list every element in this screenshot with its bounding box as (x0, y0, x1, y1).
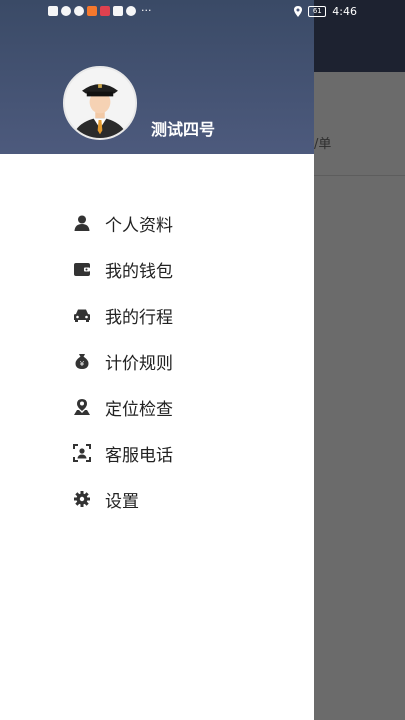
menu-item-label: 设置 (105, 491, 139, 512)
svg-text:¥: ¥ (80, 360, 85, 368)
background-order-unit-text: /单 (314, 137, 332, 152)
navigation-drawer: 测试四号 个人资料 我的钱包 我的行程 ¥ 计价规则 定位检查 客服电话 设置 (0, 0, 314, 720)
status-icons-right: 61 4:46 (294, 5, 357, 18)
person-icon (73, 214, 91, 232)
wifi-icon (61, 6, 71, 16)
battery-icon: 61 (308, 6, 327, 17)
car-icon (73, 306, 91, 324)
menu-item-pricing[interactable]: ¥ 计价规则 (0, 338, 314, 384)
menu-item-label: 计价规则 (105, 353, 173, 374)
app-icon (100, 6, 110, 16)
menu-item-settings[interactable]: 设置 (0, 476, 314, 522)
menu-item-wallet[interactable]: 我的钱包 (0, 246, 314, 292)
more-dots-icon: ··· (141, 4, 152, 17)
menu-item-customer-service[interactable]: 客服电话 (0, 430, 314, 476)
clock-time: 4:46 (332, 5, 357, 18)
background-divider (314, 175, 405, 176)
username: 测试四号 (151, 120, 216, 139)
menu-item-label: 客服电话 (105, 445, 173, 466)
status-bar: ··· 61 4:46 (0, 0, 405, 26)
location-person-icon (73, 398, 91, 416)
money-bag-icon: ¥ (73, 352, 91, 370)
drawer-menu: 个人资料 我的钱包 我的行程 ¥ 计价规则 定位检查 客服电话 设置 (0, 200, 314, 522)
menu-item-location-check[interactable]: 定位检查 (0, 384, 314, 430)
wallet-icon (73, 260, 91, 278)
avatar[interactable] (63, 66, 137, 140)
menu-item-label: 我的钱包 (105, 261, 173, 282)
menu-item-profile[interactable]: 个人资料 (0, 200, 314, 246)
chat-icon (126, 6, 136, 16)
menu-item-label: 个人资料 (105, 215, 173, 236)
location-icon (294, 6, 303, 17)
gear-icon (73, 490, 91, 508)
app-icon (113, 6, 123, 16)
menu-item-label: 我的行程 (105, 307, 173, 328)
menu-item-label: 定位检查 (105, 399, 173, 420)
menu-item-trips[interactable]: 我的行程 (0, 292, 314, 338)
notification-icon (48, 6, 58, 16)
customer-service-icon (73, 444, 91, 462)
app-icon (87, 6, 97, 16)
app-icon (74, 6, 84, 16)
status-icons-left: ··· (48, 4, 152, 17)
